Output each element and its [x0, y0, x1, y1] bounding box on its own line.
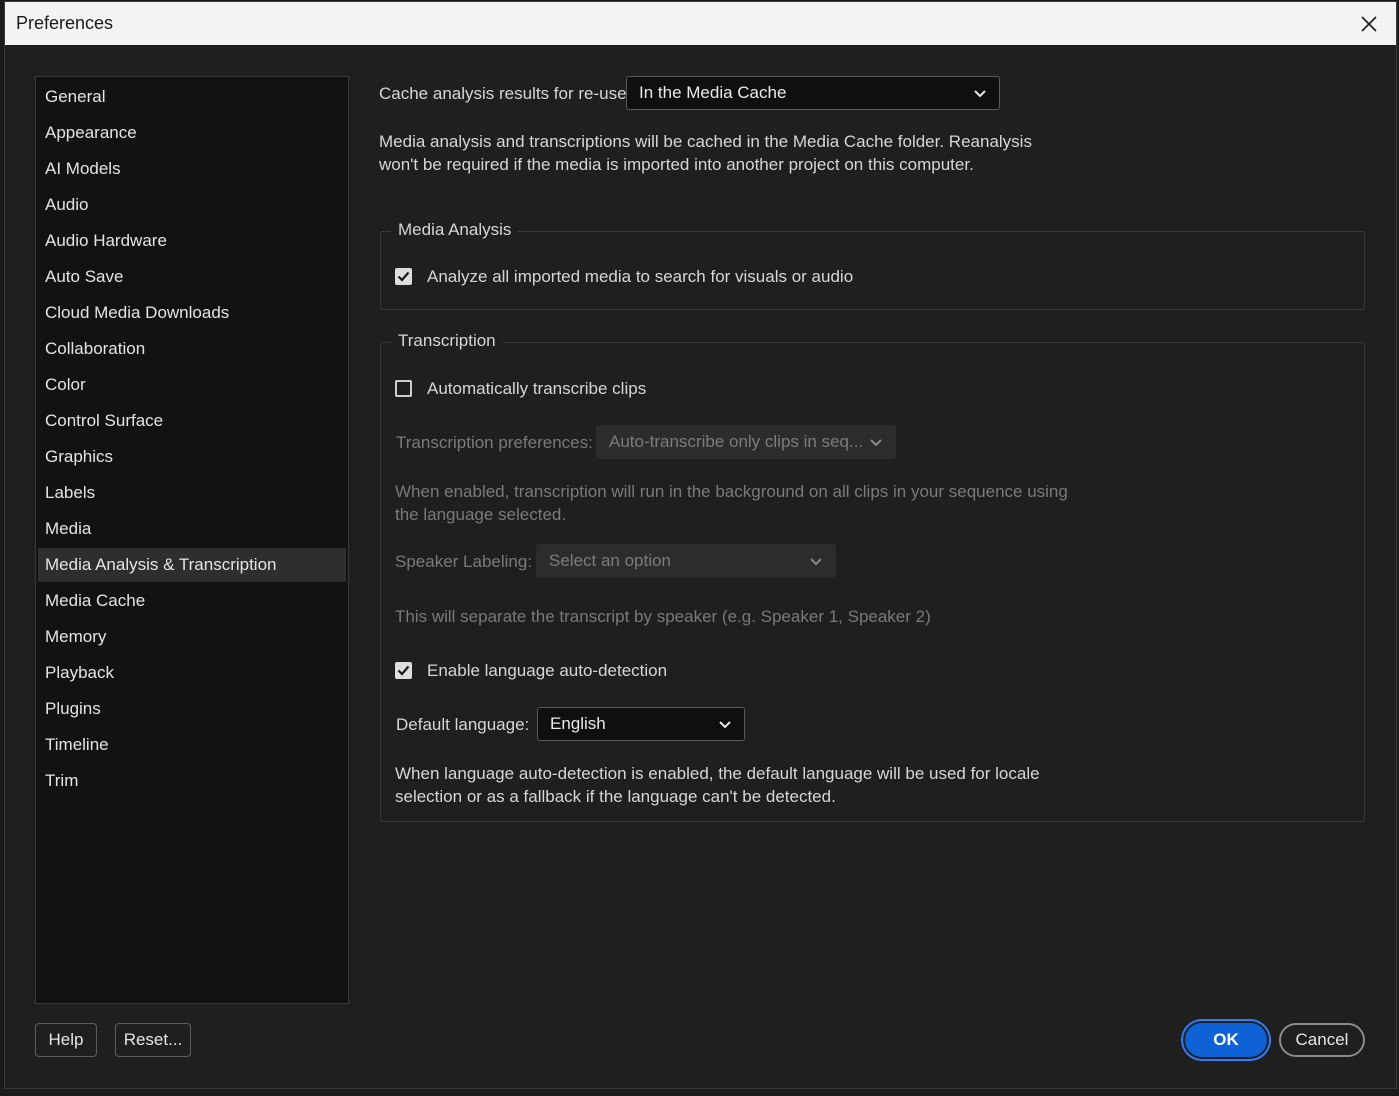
sidebar-item-collaboration[interactable]: Collaboration — [38, 332, 346, 366]
sidebar-item-media[interactable]: Media — [38, 512, 346, 546]
media-analysis-legend: Media Analysis — [391, 220, 519, 240]
sidebar-item-timeline[interactable]: Timeline — [38, 728, 346, 762]
auto-transcribe-checkbox[interactable] — [395, 380, 412, 397]
cache-label: Cache analysis results for re-use: — [379, 84, 632, 103]
language-auto-detection-label: Enable language auto-detection — [427, 661, 668, 680]
sidebar-item-media-analysis-transcription[interactable]: Media Analysis & Transcription — [38, 548, 346, 582]
dialog-title: Preferences — [16, 13, 114, 33]
sidebar-item-cloud-media-downloads[interactable]: Cloud Media Downloads — [38, 296, 346, 330]
transcription-legend: Transcription — [391, 331, 503, 351]
sidebar-item-ai-models[interactable]: AI Models — [38, 152, 346, 186]
chevron-down-icon — [810, 558, 822, 566]
cache-description: Media analysis and transcriptions will b… — [379, 132, 1032, 174]
transcription-group: Transcription Automatically transcribe c… — [380, 331, 1365, 822]
default-language-description: When language auto-detection is enabled,… — [395, 764, 1040, 806]
speaker-labeling-value: Select an option — [549, 551, 671, 570]
media-analysis-group: Media Analysis Analyze all imported medi… — [380, 220, 1365, 310]
sidebar-item-playback[interactable]: Playback — [38, 656, 346, 690]
title-bar: Preferences — [5, 2, 1396, 45]
language-auto-detection-checkbox[interactable] — [395, 662, 412, 679]
chevron-down-icon — [974, 90, 986, 98]
chevron-down-icon — [870, 439, 882, 447]
default-language-select[interactable]: English — [537, 707, 745, 741]
sidebar-item-audio-hardware[interactable]: Audio Hardware — [38, 224, 346, 258]
cancel-button[interactable]: Cancel — [1279, 1023, 1365, 1057]
sidebar-item-general[interactable]: General — [38, 80, 346, 114]
sidebar-item-control-surface[interactable]: Control Surface — [38, 404, 346, 438]
sidebar-item-graphics[interactable]: Graphics — [38, 440, 346, 474]
sidebar-item-plugins[interactable]: Plugins — [38, 692, 346, 726]
preferences-sidebar: General Appearance AI Models Audio Audio… — [35, 76, 349, 1004]
checkmark-icon — [397, 271, 410, 282]
sidebar-item-appearance[interactable]: Appearance — [38, 116, 346, 150]
sidebar-item-auto-save[interactable]: Auto Save — [38, 260, 346, 294]
speaker-labeling-description: This will separate the transcript by spe… — [395, 607, 931, 626]
ok-button[interactable]: OK — [1185, 1023, 1267, 1057]
sidebar-item-memory[interactable]: Memory — [38, 620, 346, 654]
cache-select[interactable]: In the Media Cache — [626, 76, 1000, 110]
speaker-labeling-select[interactable]: Select an option — [536, 544, 836, 578]
auto-transcribe-label: Automatically transcribe clips — [427, 379, 647, 398]
preferences-dialog: Preferences General Appearance AI Models… — [4, 1, 1397, 1089]
checkmark-icon — [397, 665, 410, 676]
transcription-preferences-value: Auto-transcribe only clips in seq... — [609, 432, 864, 451]
transcription-preferences-label: Transcription preferences: — [396, 433, 593, 452]
cache-select-value: In the Media Cache — [639, 83, 787, 102]
transcription-preferences-description: When enabled, transcription will run in … — [395, 482, 1068, 524]
sidebar-item-color[interactable]: Color — [38, 368, 346, 402]
default-language-value: English — [550, 714, 606, 733]
sidebar-item-audio[interactable]: Audio — [38, 188, 346, 222]
sidebar-item-trim[interactable]: Trim — [38, 764, 346, 798]
transcription-preferences-select[interactable]: Auto-transcribe only clips in seq... — [596, 425, 896, 459]
sidebar-item-labels[interactable]: Labels — [38, 476, 346, 510]
analyze-media-label: Analyze all imported media to search for… — [427, 267, 854, 286]
sidebar-item-media-cache[interactable]: Media Cache — [38, 584, 346, 618]
reset-button[interactable]: Reset... — [115, 1023, 191, 1057]
help-button[interactable]: Help — [35, 1023, 97, 1057]
default-language-label: Default language: — [396, 715, 530, 734]
close-icon — [1361, 15, 1377, 32]
chevron-down-icon — [719, 721, 731, 729]
close-button[interactable] — [1342, 2, 1396, 45]
analyze-media-checkbox[interactable] — [395, 268, 412, 285]
speaker-labeling-label: Speaker Labeling: — [395, 552, 533, 571]
